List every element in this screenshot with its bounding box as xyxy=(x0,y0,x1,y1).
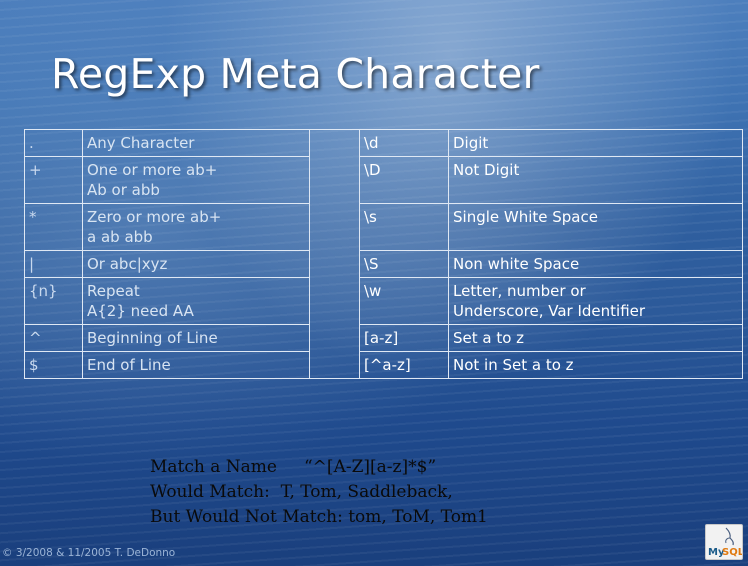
description-cell-left-line: End of Line xyxy=(87,356,171,374)
mysql-dolphin-icon: My SQL xyxy=(708,527,742,558)
spacer-cell xyxy=(309,351,360,379)
description-cell-left-line: Ab or abb xyxy=(87,181,160,199)
table-row: + One or more ab+ Ab or abb \D Not Digit xyxy=(24,156,743,204)
description-cell-left-line: a ab abb xyxy=(87,228,153,246)
description-cell-left: Or abc|xyz xyxy=(82,250,310,278)
description-cell-right-line: Not Digit xyxy=(453,161,520,179)
description-cell-left: Zero or more ab+ a ab abb xyxy=(82,203,310,251)
description-cell-left: Any Character xyxy=(82,129,310,157)
description-cell-right-line: Underscore, Var Identifier xyxy=(453,302,646,320)
example-line-3: But Would Not Match: tom, ToM, Tom1 xyxy=(150,507,488,527)
description-cell-right: Not in Set a to z xyxy=(448,351,743,379)
copyright-footer: © 3/2008 & 11/2005 T. DeDonno xyxy=(2,547,176,559)
symbol-cell-left: ^ xyxy=(24,324,83,352)
symbol-cell-left: $ xyxy=(24,351,83,379)
description-cell-left-line: Or abc|xyz xyxy=(87,255,168,273)
mysql-logo: My SQL xyxy=(705,524,743,560)
description-cell-right-line: Single White Space xyxy=(453,208,598,226)
logo-sql-text: SQL xyxy=(722,547,742,558)
symbol-cell-left: {n} xyxy=(24,277,83,325)
slide: RegExp Meta Character . Any Character \d Di… xyxy=(0,0,748,566)
description-cell-left-line: Beginning of Line xyxy=(87,329,218,347)
symbol-cell-right: \d xyxy=(359,129,449,157)
table-row: | Or abc|xyz \S Non white Space xyxy=(24,250,743,278)
description-cell-right-line: Set a to z xyxy=(453,329,525,347)
spacer-cell xyxy=(309,203,360,251)
description-cell-left: One or more ab+ Ab or abb xyxy=(82,156,310,204)
description-cell-left-line: One or more ab+ xyxy=(87,161,218,179)
spacer-cell xyxy=(309,156,360,204)
description-cell-left: End of Line xyxy=(82,351,310,379)
description-cell-right: Non white Space xyxy=(448,250,743,278)
description-cell-left-line: Repeat xyxy=(87,282,140,300)
spacer-cell xyxy=(309,277,360,325)
description-cell-right: Letter, number or Underscore, Var Identif… xyxy=(448,277,743,325)
description-cell-left: Repeat A{2} need AA xyxy=(82,277,310,325)
symbol-cell-right: \w xyxy=(359,277,449,325)
spacer-cell xyxy=(309,324,360,352)
symbol-cell-right: [^a-z] xyxy=(359,351,449,379)
description-cell-left-line: Any Character xyxy=(87,134,195,152)
description-cell-left-line: A{2} need AA xyxy=(87,302,194,320)
description-cell-right: Digit xyxy=(448,129,743,157)
table-row: ^ Beginning of Line [a-z] Set a to z xyxy=(24,324,743,352)
table-row: {n} Repeat A{2} need AA \w Letter, number or… xyxy=(24,277,743,325)
symbol-cell-right: \D xyxy=(359,156,449,204)
symbol-cell-right: \s xyxy=(359,203,449,251)
description-cell-right-line: Not in Set a to z xyxy=(453,356,574,374)
symbol-cell-right: \S xyxy=(359,250,449,278)
description-cell-right: Not Digit xyxy=(448,156,743,204)
symbol-cell-left: | xyxy=(24,250,83,278)
description-cell-right-line: Non white Space xyxy=(453,255,580,273)
spacer-cell xyxy=(309,250,360,278)
description-cell-right: Single White Space xyxy=(448,203,743,251)
description-cell-right: Set a to z xyxy=(448,324,743,352)
symbol-cell-right: [a-z] xyxy=(359,324,449,352)
description-cell-right-line: Digit xyxy=(453,134,489,152)
spacer-cell xyxy=(309,129,360,157)
table-row: * Zero or more ab+ a ab abb \s Single White … xyxy=(24,203,743,251)
example-line-2: Would Match: T, Tom, Saddleback, xyxy=(150,482,453,502)
symbol-cell-left: + xyxy=(24,156,83,204)
description-cell-left: Beginning of Line xyxy=(82,324,310,352)
description-cell-left-line: Zero or more ab+ xyxy=(87,208,222,226)
symbol-cell-left: * xyxy=(24,203,83,251)
table-row: . Any Character \d Digit xyxy=(24,129,743,157)
symbol-cell-left: . xyxy=(24,129,83,157)
meta-character-table: . Any Character \d Digit + One or more ab+ Ab … xyxy=(24,129,743,379)
table-row: $ End of Line [^a-z] Not in Set a to z xyxy=(24,351,743,379)
example-text: Match a Name “^[A-Z][a-z]*$” Would Match… xyxy=(150,455,488,530)
example-line-1: Match a Name “^[A-Z][a-z]*$” xyxy=(150,457,437,477)
slide-title: RegExp Meta Character xyxy=(51,50,540,98)
description-cell-right-line: Letter, number or xyxy=(453,282,586,300)
